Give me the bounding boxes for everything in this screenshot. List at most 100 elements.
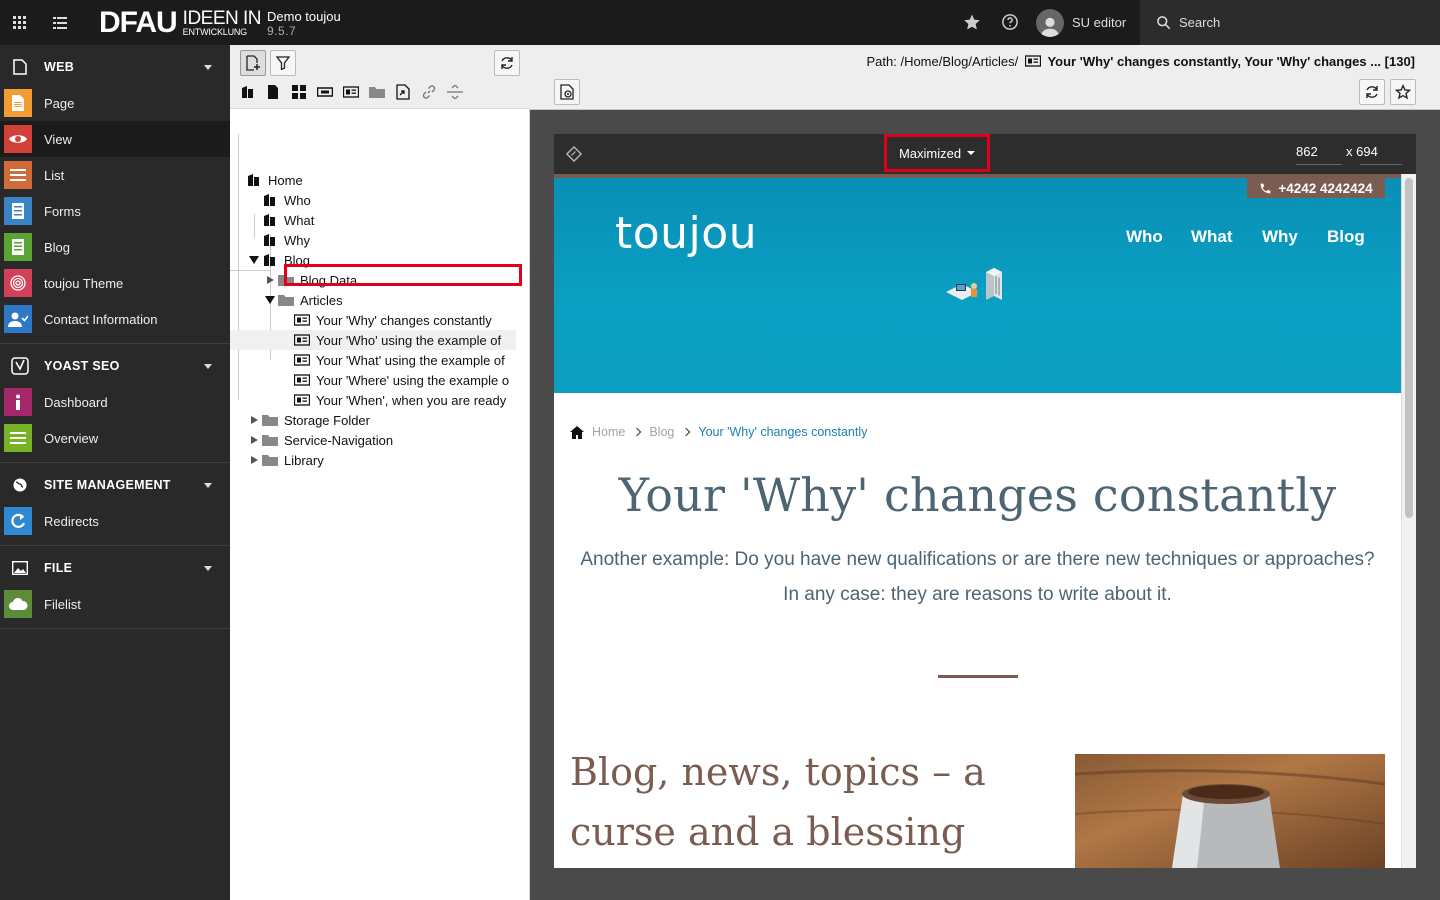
tree-node-library[interactable]: Library [262, 450, 324, 470]
tree-node-articles[interactable]: Articles [278, 290, 343, 310]
news-page-icon[interactable] [342, 83, 360, 101]
module-forms-label: Forms [44, 203, 81, 219]
viewport-preset-dropdown[interactable]: Maximized [884, 134, 990, 172]
module-menu: WEB Page View List Forms Blog toujou The… [0, 45, 230, 900]
tree-node-article-where[interactable]: Your 'Where' using the example o [294, 370, 516, 390]
module-blog[interactable]: Blog [0, 229, 230, 265]
logo[interactable]: DFAU IDEEN IN ENTWICKLUNG [99, 6, 262, 40]
module-dashboard-label: Dashboard [44, 394, 108, 410]
new-page-button[interactable] [240, 50, 266, 76]
viewport-height-input[interactable]: x 694 [1346, 144, 1378, 159]
module-filelist[interactable]: Filelist [0, 586, 230, 622]
list-module-icon [4, 161, 32, 189]
viewport-width-input[interactable]: 862 [1296, 144, 1318, 159]
module-redirects[interactable]: Redirects [0, 503, 230, 539]
module-list[interactable]: List [0, 157, 230, 193]
view-module: Maximized 862 x 694 +4242 4242424 toujou… [530, 110, 1440, 900]
menu-toggle-button[interactable] [40, 0, 80, 45]
view-page-button[interactable] [554, 79, 580, 105]
shortcut-icon[interactable] [316, 83, 334, 101]
collapse-toggle[interactable] [265, 295, 275, 305]
page-icon [262, 192, 278, 208]
tree-node-service-navigation[interactable]: Service-Navigation [262, 430, 393, 450]
news-page-icon [294, 352, 310, 368]
cloud-icon [4, 590, 32, 618]
apps-grid-button[interactable] [0, 0, 40, 45]
chevron-down-icon [204, 483, 212, 488]
site-brand[interactable]: toujou [615, 208, 757, 259]
expand-toggle[interactable] [249, 435, 259, 445]
tree-node-article-why[interactable]: Your 'Why' changes constantly [294, 310, 516, 330]
site-nav-who[interactable]: Who [1126, 227, 1163, 247]
tree-node-why[interactable]: Why [262, 230, 310, 250]
help-button[interactable] [1000, 12, 1020, 32]
tree-node-who[interactable]: Who [262, 190, 311, 210]
news-page-icon [1024, 55, 1041, 67]
home-icon[interactable] [570, 425, 584, 439]
site-nav-why[interactable]: Why [1262, 227, 1298, 247]
preview-scrollbar[interactable] [1401, 174, 1416, 868]
blog-module-icon [4, 233, 32, 261]
group-file[interactable]: FILE [0, 550, 230, 586]
module-dashboard[interactable]: Dashboard [0, 384, 230, 420]
tree-node-storage-folder[interactable]: Storage Folder [262, 410, 370, 430]
input-underline [1296, 164, 1342, 165]
scrollbar-thumb[interactable] [1405, 178, 1413, 518]
mount-page-icon[interactable] [394, 83, 412, 101]
tree-node-article-what[interactable]: Your 'What' using the example of [294, 350, 516, 370]
module-toujou-theme[interactable]: toujou Theme [0, 265, 230, 301]
filter-button[interactable] [270, 50, 296, 76]
page-icon [262, 232, 278, 248]
avatar [1036, 8, 1064, 37]
view-page-icon [560, 84, 574, 100]
contact-icon [4, 305, 32, 333]
separator-icon[interactable] [446, 83, 464, 101]
crumb-current[interactable]: Your 'Why' changes constantly [698, 425, 867, 439]
site-nav-blog[interactable]: Blog [1327, 227, 1365, 247]
group-yoast-seo[interactable]: YOAST SEO [0, 348, 230, 384]
folder-icon [262, 432, 278, 448]
tree-node-home[interactable]: Home [246, 170, 303, 190]
phone-badge[interactable]: +4242 4242424 [1247, 178, 1385, 198]
article-title: Your 'Why' changes constantly [618, 468, 1337, 522]
expand-toggle[interactable] [249, 415, 259, 425]
tree-node-what[interactable]: What [262, 210, 314, 230]
page-icon [262, 212, 278, 228]
coffee-pot-illustration [1075, 769, 1385, 868]
module-contact-information[interactable]: Contact Information [0, 301, 230, 337]
group-web[interactable]: WEB [0, 49, 230, 85]
news-page-icon [294, 312, 310, 328]
tree-node-label: Your 'Why' changes constantly [316, 312, 492, 328]
tree-node-article-when[interactable]: Your 'When', when you are ready [294, 390, 516, 410]
grid-page-icon[interactable] [290, 83, 308, 101]
star-icon [964, 14, 980, 30]
search-button[interactable]: Search [1140, 0, 1440, 45]
page-type-icon[interactable] [239, 83, 257, 101]
news-page-icon [294, 372, 310, 388]
forms-module-icon [4, 197, 32, 225]
collapse-toggle[interactable] [249, 255, 259, 265]
reload-button[interactable] [1359, 79, 1385, 105]
doc-page-icon[interactable] [264, 83, 282, 101]
grid-icon [13, 15, 26, 29]
link-icon[interactable] [420, 83, 438, 101]
group-site-management[interactable]: SITE MANAGEMENT [0, 467, 230, 503]
bookmark-button[interactable] [1390, 79, 1416, 105]
crumb-blog[interactable]: Blog [649, 425, 674, 439]
user-menu[interactable]: SU editor [1036, 0, 1126, 45]
folder-icon[interactable] [368, 83, 386, 101]
module-page[interactable]: Page [0, 85, 230, 121]
bookmarks-button[interactable] [962, 12, 982, 32]
refresh-tree-button[interactable] [494, 50, 520, 76]
crumb-home[interactable]: Home [592, 425, 625, 439]
tree-node-article-who[interactable]: Your 'Who' using the example of [294, 330, 516, 350]
module-view[interactable]: View [0, 121, 230, 157]
site-name: Demo toujou [267, 9, 341, 24]
tree-node-label: Your 'Where' using the example o [316, 372, 510, 388]
rotate-viewport-button[interactable] [565, 145, 583, 163]
module-overview[interactable]: Overview [0, 420, 230, 456]
module-forms[interactable]: Forms [0, 193, 230, 229]
expand-toggle[interactable] [265, 275, 275, 285]
site-nav-what[interactable]: What [1191, 227, 1233, 247]
expand-toggle[interactable] [249, 455, 259, 465]
